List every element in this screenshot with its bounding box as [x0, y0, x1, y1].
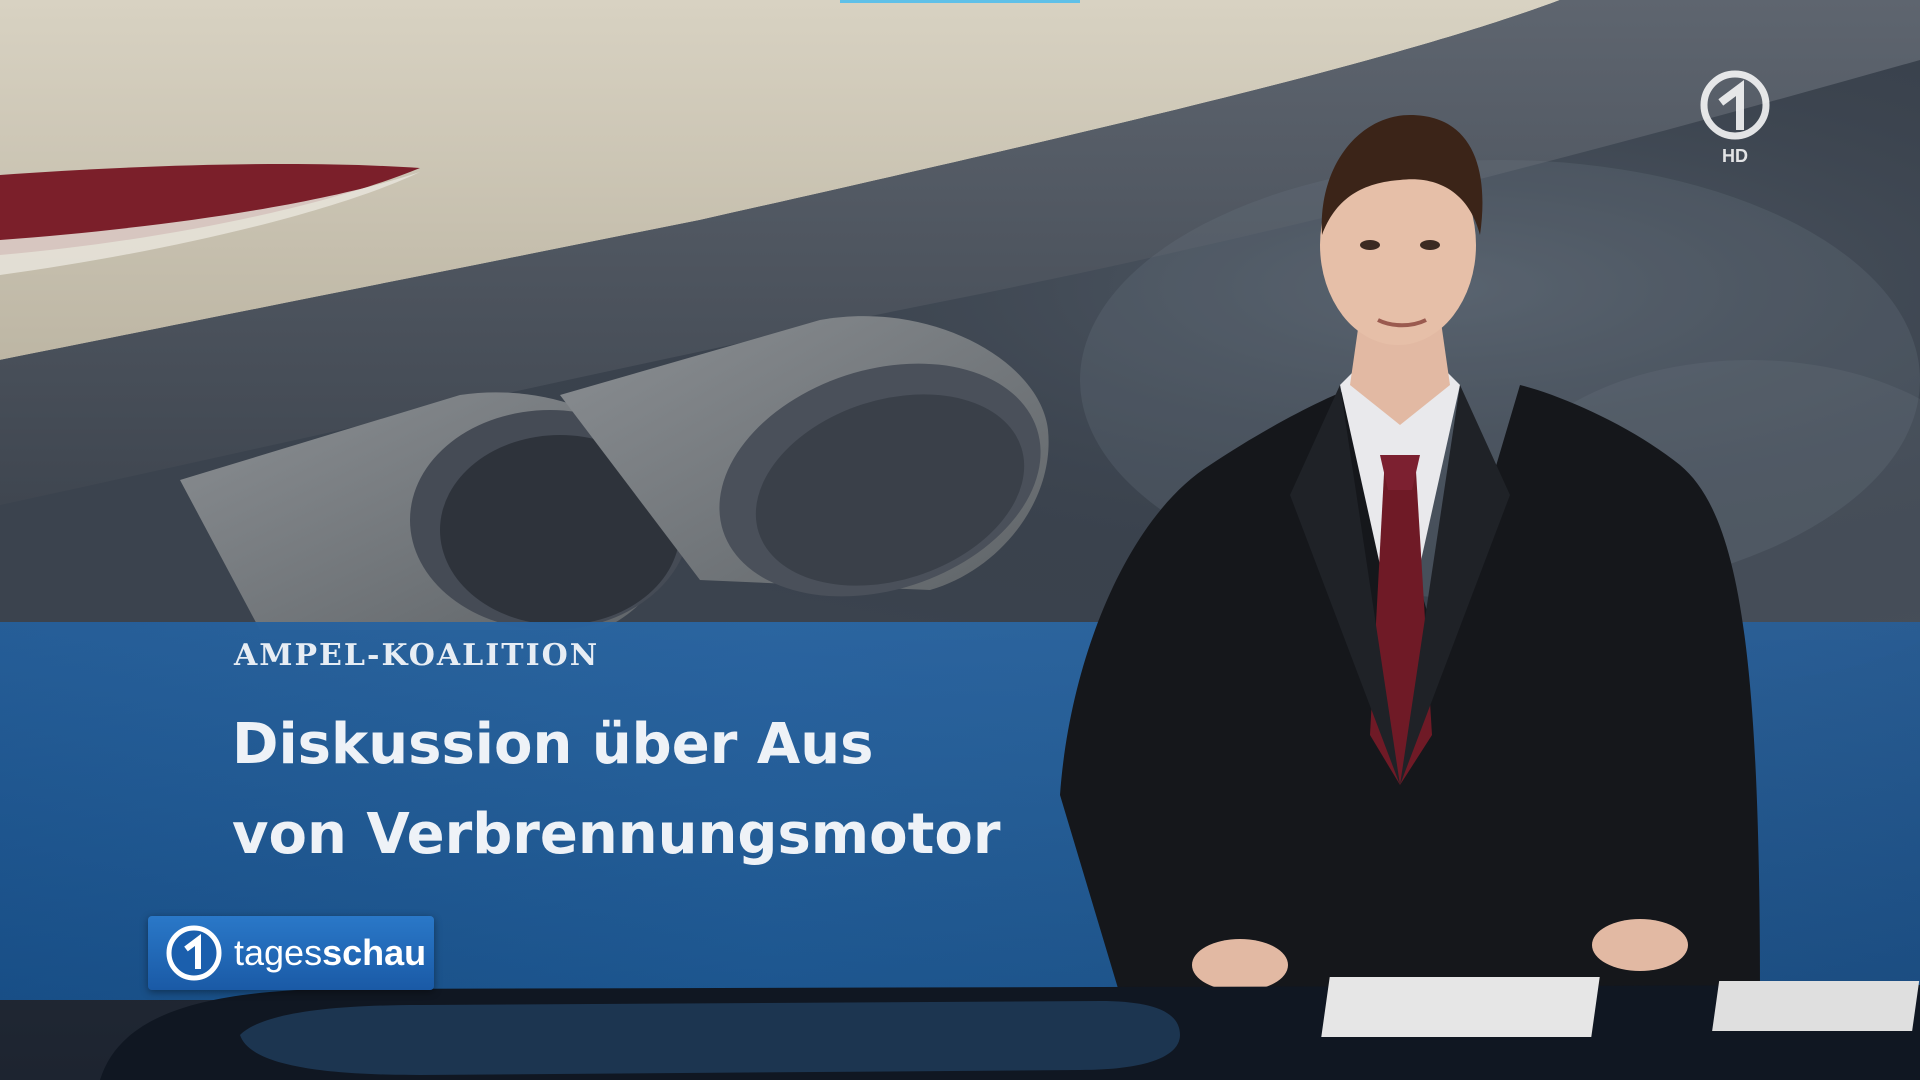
das-erste-logo-icon	[166, 925, 222, 981]
brand-name-bold: schau	[322, 932, 427, 973]
news-anchor	[1060, 115, 1760, 995]
news-desk	[100, 977, 1920, 1080]
headline-line-1: Diskussion über Aus	[232, 712, 874, 777]
news-broadcast-frame: HD AMPEL-KOALITION Diskussion über Aus v…	[0, 0, 1920, 1080]
headline-line-2: von Verbrennungsmotor	[232, 802, 1001, 867]
top-accent-bar	[840, 0, 1080, 3]
news-kicker: AMPEL-KOALITION	[234, 638, 600, 673]
brand-name-light: tages	[234, 932, 323, 973]
tagesschau-brand-badge: tagesschau	[148, 916, 434, 990]
news-headline: Diskussion über Aus von Verbrennungsmoto…	[232, 700, 1132, 880]
brand-wordmark: tagesschau	[234, 932, 426, 974]
